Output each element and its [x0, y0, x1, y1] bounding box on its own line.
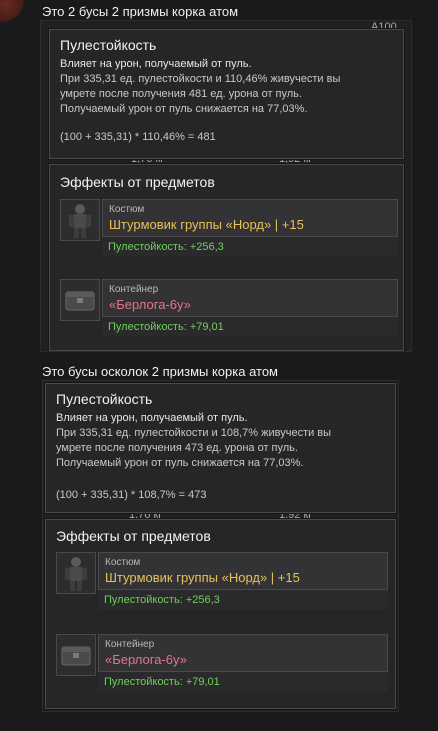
item-type-label: Костюм [109, 204, 145, 215]
tooltip-title: Пулестойкость [60, 37, 157, 53]
tooltip-description: Влияет на урон, получаемый от пуль. При … [60, 57, 340, 117]
message-caption: Это 2 бусы 2 призмы корка атом [42, 4, 239, 19]
tooltip-lead: Влияет на урон, получаемый от пуль. [56, 412, 248, 424]
stat-bonus-text: Пулестойкость: +79,01 [104, 676, 220, 688]
item-name: «Берлога-6у» [105, 652, 187, 667]
tooltip-line: Получаемый урон от пуль снижается на 77,… [56, 457, 304, 469]
screenshot-attachment[interactable]: А100 1,76 кг 1,92 кг Пулестойкость Влияе… [40, 20, 412, 352]
effect-row: Костюм Штурмовик группы «Норд» | +15 Пул… [56, 552, 390, 614]
screenshot-attachment[interactable]: 1,76 кг 1,92 кг Пулестойкость Влияет на … [42, 380, 399, 712]
item-card[interactable]: Костюм Штурмовик группы «Норд» | +15 [98, 552, 388, 590]
container-box-icon [56, 634, 96, 676]
item-stat-bonus: Пулестойкость: +79,01 [98, 672, 388, 692]
tooltip-lead: Влияет на урон, получаемый от пуль. [60, 58, 252, 70]
stat-bonus-text: Пулестойкость: +79,01 [108, 321, 224, 333]
item-card[interactable]: Костюм Штурмовик группы «Норд» | +15 [102, 199, 398, 237]
tooltip-line: умрете после получения 473 ед. урона от … [56, 442, 298, 454]
effect-row: Контейнер «Берлога-6у» Пулестойкость: +7… [60, 279, 398, 339]
armor-suit-icon [56, 552, 96, 594]
stat-bonus-text: Пулестойкость: +256,3 [104, 594, 220, 606]
effects-title: Эффекты от предметов [56, 528, 211, 544]
tooltip-formula: (100 + 335,31) * 108,7% = 473 [56, 489, 207, 501]
item-stat-bonus: Пулестойкость: +256,3 [98, 590, 388, 610]
item-name: Штурмовик группы «Норд» | +15 [105, 570, 300, 585]
item-name: Штурмовик группы «Норд» | +15 [109, 217, 304, 232]
user-avatar[interactable] [0, 0, 24, 22]
container-box-icon [60, 279, 100, 321]
tooltip-line: умрете после получения 481 ед. урона от … [60, 88, 302, 100]
armor-suit-icon [60, 199, 100, 241]
message-caption: Это бусы осколок 2 призмы корка атом [42, 364, 278, 379]
tooltip-formula: (100 + 335,31) * 110,46% = 481 [60, 131, 216, 143]
stat-bonus-text: Пулестойкость: +256,3 [108, 241, 224, 253]
effects-title: Эффекты от предметов [60, 174, 215, 190]
item-effects-panel: Эффекты от предметов Костюм Штурмовик гр… [45, 519, 396, 709]
item-stat-bonus: Пулестойкость: +256,3 [102, 237, 398, 257]
item-effects-panel: Эффекты от предметов Костюм Штурмовик гр… [49, 164, 404, 351]
item-card[interactable]: Контейнер «Берлога-6у» [102, 279, 398, 317]
tooltip-line: При 335,31 ед. пулестойкости и 110,46% ж… [60, 73, 341, 85]
item-stat-bonus: Пулестойкость: +79,01 [102, 317, 398, 337]
item-type-label: Костюм [105, 557, 141, 568]
tooltip-title: Пулестойкость [56, 391, 153, 407]
tooltip-line: При 335,31 ед. пулестойкости и 108,7% жи… [56, 427, 332, 439]
effect-row: Контейнер «Берлога-6у» Пулестойкость: +7… [56, 634, 390, 696]
item-name: «Берлога-6у» [109, 297, 191, 312]
tooltip-description: Влияет на урон, получаемый от пуль. При … [56, 411, 331, 471]
item-type-label: Контейнер [105, 639, 155, 650]
effect-row: Костюм Штурмовик группы «Норд» | +15 Пул… [60, 199, 398, 259]
stat-tooltip: Пулестойкость Влияет на урон, получаемый… [45, 383, 396, 513]
item-card[interactable]: Контейнер «Берлога-6у» [98, 634, 388, 672]
stat-tooltip: Пулестойкость Влияет на урон, получаемый… [49, 29, 404, 159]
tooltip-line: Получаемый урон от пуль снижается на 77,… [60, 103, 308, 115]
item-type-label: Контейнер [109, 284, 159, 295]
